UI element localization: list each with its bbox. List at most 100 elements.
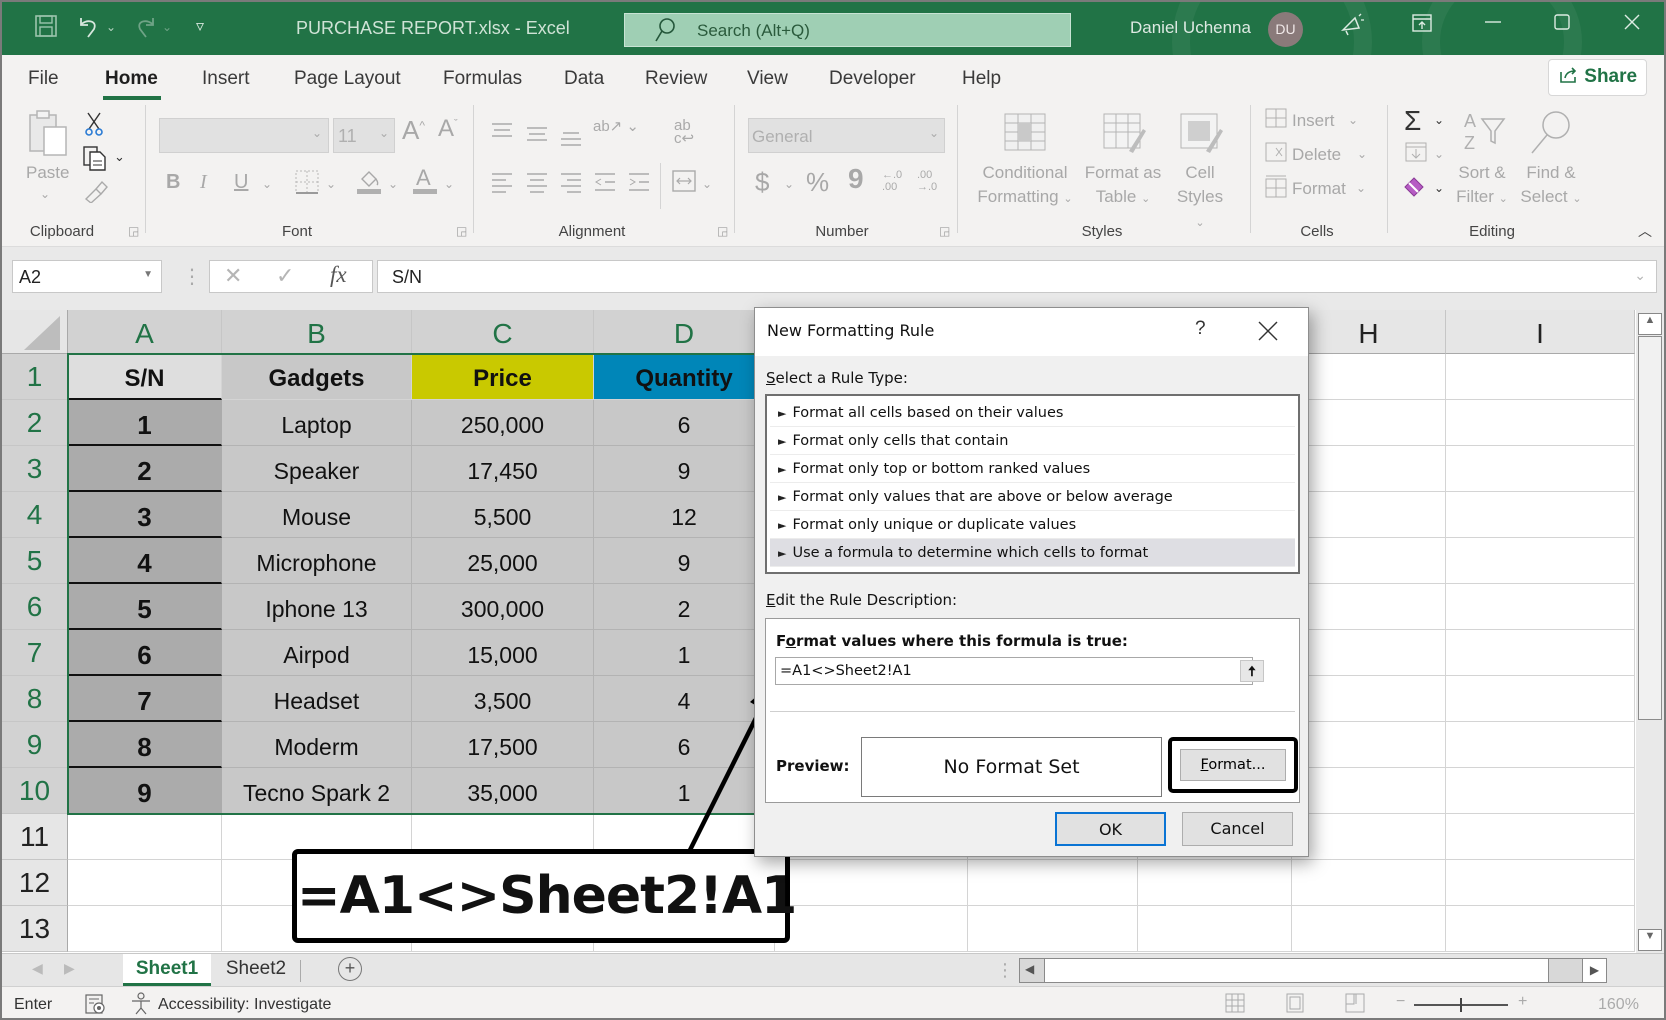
cell-d10[interactable]: 1 (594, 768, 775, 814)
clear-icon[interactable] (1402, 175, 1426, 202)
cell-b9[interactable]: Moderm (222, 722, 412, 768)
rule-type-item[interactable]: ► Format only values that are above or be… (770, 483, 1295, 511)
insert-dropdown-icon[interactable]: ⌄ (1348, 113, 1358, 127)
insert-cells-icon[interactable] (1264, 107, 1288, 134)
rule-type-list[interactable]: ► Format all cells based on their values ►… (765, 394, 1300, 574)
close-window-button[interactable] (1614, 12, 1650, 38)
cell-a3[interactable]: 2 (68, 446, 222, 492)
cell-h13[interactable] (1292, 906, 1446, 952)
row-header-5[interactable]: 5 (2, 538, 68, 584)
align-top-icon[interactable] (490, 121, 514, 146)
increase-decimal-icon[interactable]: ←.0.00 (882, 169, 902, 193)
normal-view-icon[interactable] (1224, 992, 1246, 1018)
align-bottom-icon[interactable] (559, 127, 583, 152)
percent-style-button[interactable]: % (806, 167, 829, 198)
sort-filter-button[interactable]: Sort & Filter ⌄ (1446, 161, 1518, 211)
format-dropdown-icon[interactable]: ⌄ (1356, 181, 1366, 195)
row-header-2[interactable]: 2 (2, 400, 68, 446)
cell-d6[interactable]: 2 (594, 584, 775, 630)
cell-i10[interactable] (1446, 768, 1635, 814)
tab-insert[interactable]: Insert (202, 68, 250, 90)
row-header-12[interactable]: 12 (2, 860, 68, 906)
cell-b3[interactable]: Speaker (222, 446, 412, 492)
row-header-13[interactable]: 13 (2, 906, 68, 952)
cell-a11[interactable] (68, 814, 222, 860)
font-name-combo[interactable]: ⌄ (159, 118, 329, 153)
format-painter-icon[interactable] (82, 179, 108, 208)
column-header-c[interactable]: C (412, 310, 594, 354)
row-header-3[interactable]: 3 (2, 446, 68, 492)
cell-g12[interactable] (1138, 860, 1292, 906)
sheet-tab-sheet2[interactable]: Sheet2 (212, 954, 300, 986)
vertical-scrollbar[interactable]: ▲ ▼ (1636, 310, 1664, 953)
undo-dropdown-icon[interactable]: ⌄ (106, 20, 116, 34)
number-format-combo[interactable]: General ⌄ (748, 118, 945, 153)
cell-i11[interactable] (1446, 814, 1635, 860)
paste-label[interactable]: Paste (26, 163, 69, 183)
scroll-left-button[interactable]: ◀ (1025, 962, 1034, 976)
cell-e13[interactable] (775, 906, 968, 952)
cell-c4[interactable]: 5,500 (412, 492, 594, 538)
wrap-text-icon[interactable]: ab c↩ (674, 118, 694, 146)
paste-dropdown-icon[interactable]: ⌄ (40, 187, 50, 201)
cell-c1[interactable]: Price (412, 354, 594, 400)
tab-formulas[interactable]: Formulas (443, 68, 522, 90)
decrease-font-size-icon[interactable]: Aˇ (438, 115, 458, 143)
cell-i6[interactable] (1446, 584, 1635, 630)
formula-input[interactable]: S/N ⌄ (377, 260, 1657, 293)
decrease-decimal-icon[interactable]: .00 →.0 (917, 169, 937, 193)
merge-center-icon[interactable] (671, 169, 697, 198)
cell-c2[interactable]: 250,000 (412, 400, 594, 446)
share-button[interactable]: Share (1548, 59, 1647, 96)
orientation-icon[interactable]: ab↗ ⌄ (593, 117, 639, 135)
cell-f13[interactable] (968, 906, 1138, 952)
cell-h11[interactable] (1292, 814, 1446, 860)
increase-indent-icon[interactable] (627, 171, 651, 198)
format-button[interactable]: Format... (1180, 749, 1286, 781)
cell-b4[interactable]: Mouse (222, 492, 412, 538)
fill-dropdown-icon[interactable]: ⌄ (1434, 147, 1444, 161)
ribbon-display-options-icon[interactable] (1404, 12, 1440, 40)
rule-formula-input[interactable]: =A1<>Sheet2!A1 🠅 (775, 657, 1264, 685)
font-color-icon[interactable]: A (412, 165, 438, 200)
number-launcher-icon[interactable]: ◲ (939, 224, 950, 238)
next-sheet-icon[interactable]: ▶ (64, 960, 75, 977)
cell-b8[interactable]: Headset (222, 676, 412, 722)
align-right-icon[interactable] (559, 171, 583, 198)
cell-d8[interactable]: 4 (594, 676, 775, 722)
cell-h12[interactable] (1292, 860, 1446, 906)
font-color-dropdown-icon[interactable]: ⌄ (444, 177, 454, 191)
formula-bar-grip-icon[interactable]: ⋮ (182, 264, 202, 289)
cell-i7[interactable] (1446, 630, 1635, 676)
cell-b2[interactable]: Laptop (222, 400, 412, 446)
sort-filter-icon[interactable]: AZ (1462, 109, 1508, 158)
expand-formula-bar-icon[interactable]: ⌄ (1634, 267, 1646, 284)
cell-a12[interactable] (68, 860, 222, 906)
fill-color-dropdown-icon[interactable]: ⌄ (388, 177, 398, 191)
decrease-indent-icon[interactable] (593, 171, 617, 198)
column-header-d[interactable]: D (594, 310, 775, 354)
undo-icon[interactable] (76, 14, 102, 46)
italic-button[interactable]: I (200, 171, 207, 194)
cell-d5[interactable]: 9 (594, 538, 775, 584)
tab-split-handle-icon[interactable]: ⋮ (996, 960, 1014, 981)
cell-b5[interactable]: Microphone (222, 538, 412, 584)
rule-type-item[interactable]: ► Format only unique or duplicate values (770, 511, 1295, 539)
dialog-close-button[interactable] (1257, 314, 1279, 349)
delete-cells-button[interactable]: Delete (1292, 145, 1341, 165)
cell-h8[interactable] (1292, 676, 1446, 722)
cell-h10[interactable] (1292, 768, 1446, 814)
cell-c8[interactable]: 3,500 (412, 676, 594, 722)
confirm-entry-icon[interactable]: ✓ (276, 263, 294, 289)
find-select-button[interactable]: Find & Select ⌄ (1518, 161, 1584, 211)
format-cells-icon[interactable] (1264, 175, 1288, 204)
underline-dropdown-icon[interactable]: ⌄ (262, 177, 272, 191)
zoom-out-button[interactable]: − (1396, 993, 1405, 1011)
cell-i13[interactable] (1446, 906, 1635, 952)
tab-review[interactable]: Review (645, 68, 707, 90)
zoom-slider[interactable] (1414, 998, 1508, 1012)
cell-b10[interactable]: Tecno Spark 2 (222, 768, 412, 814)
name-box-dropdown-icon[interactable]: ▼ (143, 269, 153, 280)
cell-h5[interactable] (1292, 538, 1446, 584)
rule-type-item[interactable]: ► Format only cells that contain (770, 427, 1295, 455)
